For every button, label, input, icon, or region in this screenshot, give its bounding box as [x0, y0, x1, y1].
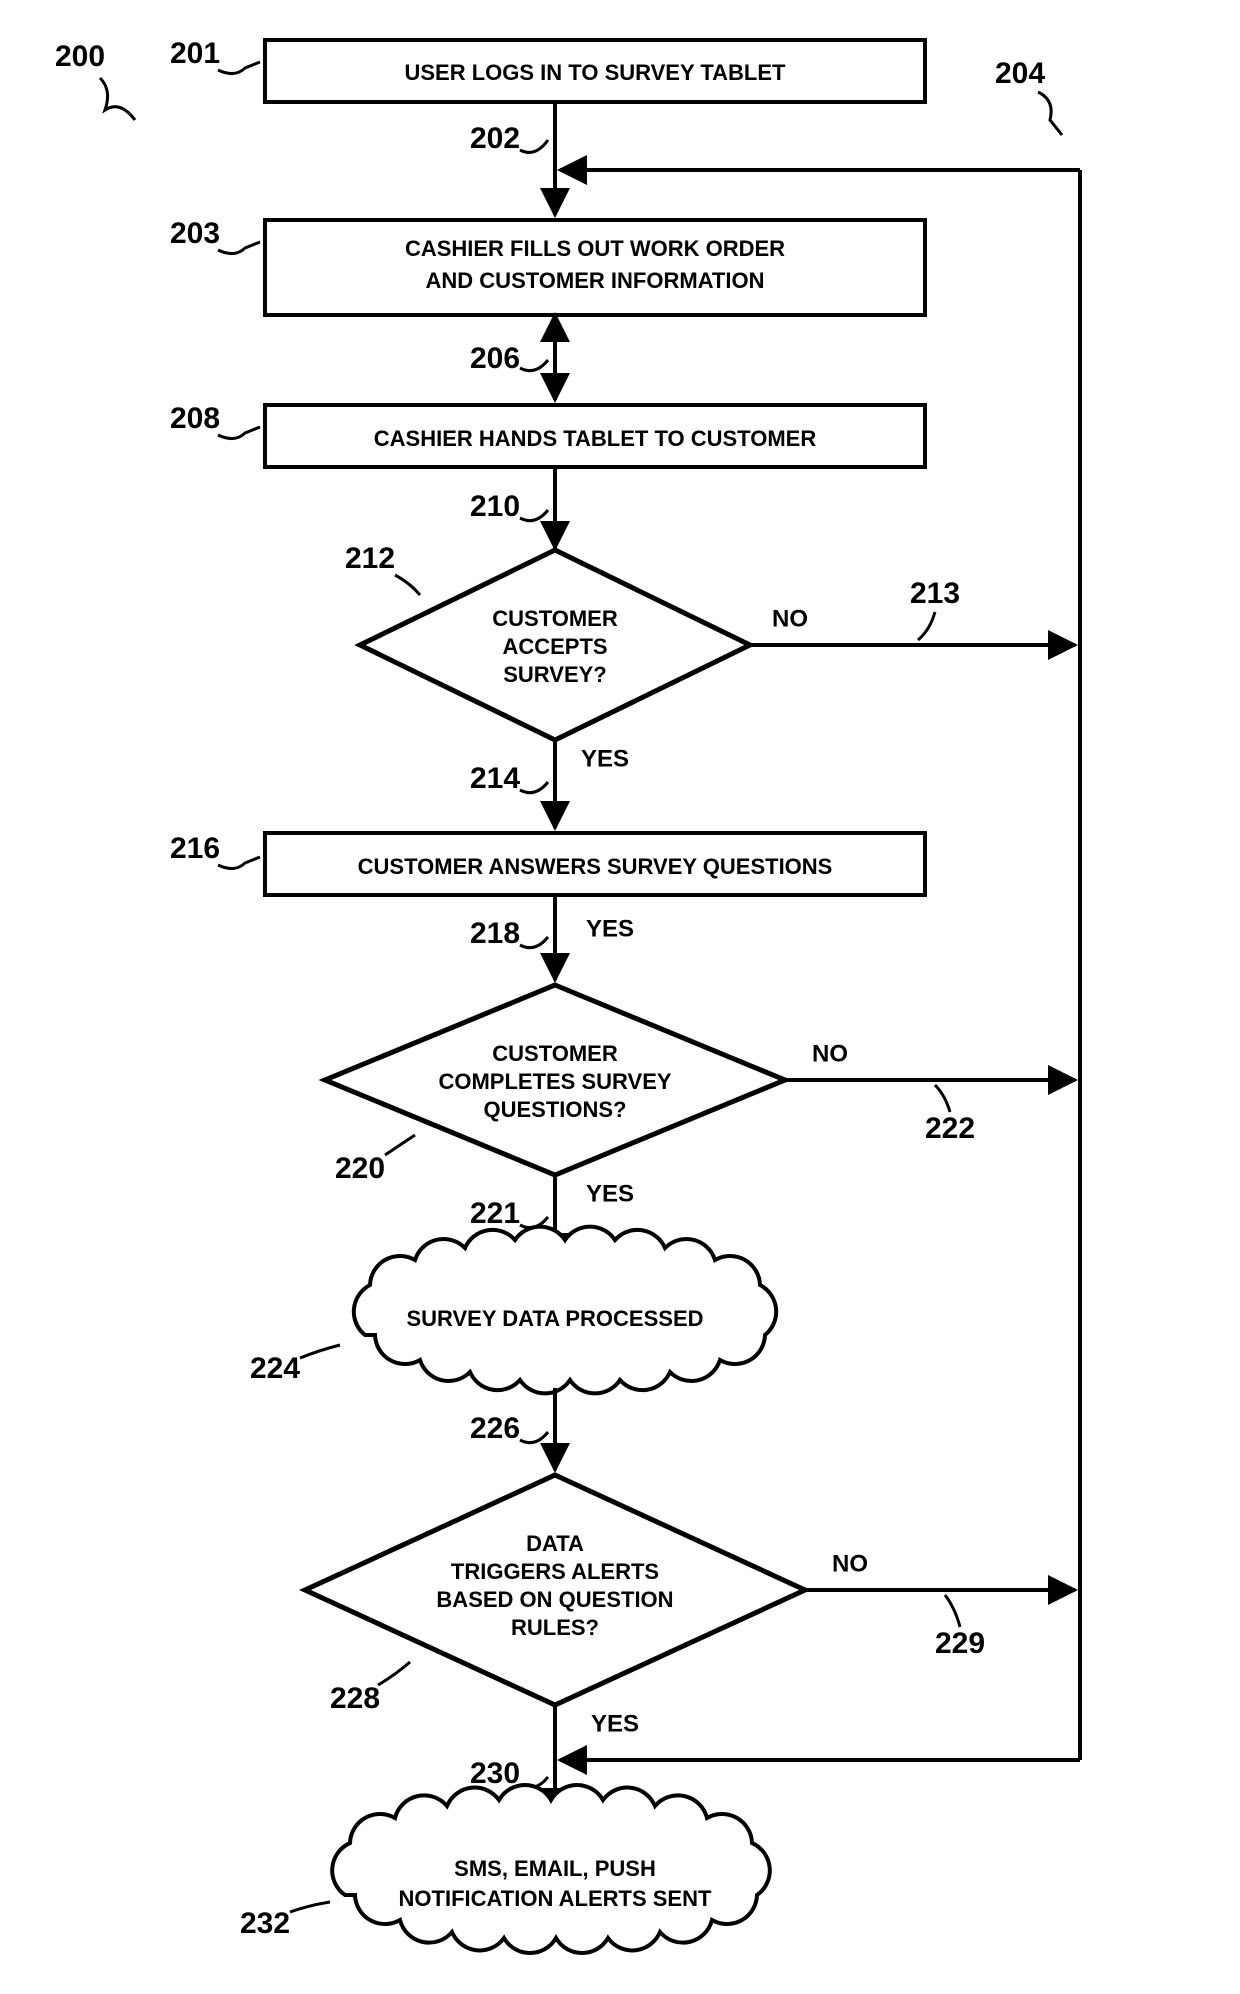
svg-text:203: 203	[170, 217, 220, 250]
svg-text:CUSTOMER: CUSTOMER	[492, 1041, 618, 1066]
edge-213-no: NO 213	[750, 577, 1075, 645]
edge-214-yes: YES 214	[470, 740, 629, 828]
edge-202: 202	[470, 102, 555, 215]
svg-text:SURVEY?: SURVEY?	[503, 662, 607, 687]
ref-212: 212	[345, 542, 420, 595]
svg-text:YES: YES	[586, 915, 634, 942]
svg-text:USER LOGS IN TO SURVEY TABLET: USER LOGS IN TO SURVEY TABLET	[405, 60, 787, 85]
svg-text:SURVEY DATA PROCESSED: SURVEY DATA PROCESSED	[406, 1306, 703, 1331]
edge-222-no: NO 222	[785, 1040, 1075, 1145]
edge-229-no: NO 229	[805, 1550, 1075, 1660]
svg-text:201: 201	[170, 37, 220, 70]
node-208: CASHIER HANDS TABLET TO CUSTOMER	[265, 405, 925, 467]
node-201: USER LOGS IN TO SURVEY TABLET	[265, 40, 925, 102]
svg-text:221: 221	[470, 1197, 520, 1230]
svg-text:BASED ON QUESTION: BASED ON QUESTION	[436, 1587, 673, 1612]
node-203: CASHIER FILLS OUT WORK ORDER AND CUSTOME…	[265, 220, 925, 315]
svg-text:ACCEPTS: ACCEPTS	[502, 634, 607, 659]
node-224-cloud: SURVEY DATA PROCESSED	[354, 1227, 776, 1394]
ref-203: 203	[170, 217, 260, 254]
ref-220: 220	[335, 1135, 415, 1185]
svg-text:CASHIER FILLS OUT WORK ORDER: CASHIER FILLS OUT WORK ORDER	[405, 236, 785, 261]
ref-232: 232	[240, 1902, 330, 1940]
ref-201: 201	[170, 37, 260, 74]
ref-204: 204	[995, 57, 1062, 135]
svg-text:212: 212	[345, 542, 395, 575]
svg-text:CUSTOMER ANSWERS SURVEY QUESTI: CUSTOMER ANSWERS SURVEY QUESTIONS	[358, 854, 833, 879]
svg-text:SMS, EMAIL, PUSH: SMS, EMAIL, PUSH	[454, 1856, 656, 1881]
edge-206: 206	[470, 315, 555, 400]
svg-text:226: 226	[470, 1412, 520, 1445]
svg-text:206: 206	[470, 342, 520, 375]
edge-226: 226	[470, 1388, 555, 1470]
svg-text:NO: NO	[772, 605, 808, 632]
svg-text:216: 216	[170, 832, 220, 865]
ref-224: 224	[250, 1345, 340, 1385]
svg-text:AND CUSTOMER INFORMATION: AND CUSTOMER INFORMATION	[426, 268, 765, 293]
svg-text:220: 220	[335, 1152, 385, 1185]
svg-text:214: 214	[470, 762, 520, 795]
svg-text:232: 232	[240, 1907, 290, 1940]
ref-200: 200	[55, 40, 135, 120]
ref-208: 208	[170, 402, 260, 439]
svg-text:DATA: DATA	[526, 1531, 584, 1556]
svg-text:208: 208	[170, 402, 220, 435]
svg-text:YES: YES	[581, 745, 629, 772]
svg-text:204: 204	[995, 57, 1045, 90]
svg-text:230: 230	[470, 1757, 520, 1790]
svg-text:QUESTIONS?: QUESTIONS?	[483, 1097, 626, 1122]
svg-text:CUSTOMER: CUSTOMER	[492, 606, 618, 631]
svg-text:213: 213	[910, 577, 960, 610]
svg-text:229: 229	[935, 1627, 985, 1660]
svg-text:YES: YES	[591, 1710, 639, 1737]
svg-text:YES: YES	[586, 1180, 634, 1207]
ref-228: 228	[330, 1662, 410, 1715]
svg-text:222: 222	[925, 1112, 975, 1145]
svg-text:RULES?: RULES?	[511, 1615, 599, 1640]
svg-text:228: 228	[330, 1682, 380, 1715]
svg-text:CASHIER HANDS TABLET TO CUSTOM: CASHIER HANDS TABLET TO CUSTOMER	[374, 426, 817, 451]
node-216: CUSTOMER ANSWERS SURVEY QUESTIONS	[265, 833, 925, 895]
svg-text:200: 200	[55, 40, 105, 73]
edge-218-yes: YES 218	[470, 895, 634, 980]
ref-216: 216	[170, 832, 260, 869]
svg-text:202: 202	[470, 122, 520, 155]
svg-text:224: 224	[250, 1352, 300, 1385]
svg-text:NO: NO	[812, 1040, 848, 1067]
svg-text:210: 210	[470, 490, 520, 523]
svg-text:218: 218	[470, 917, 520, 950]
node-228-decision: DATA TRIGGERS ALERTS BASED ON QUESTION R…	[305, 1475, 805, 1705]
svg-text:NOTIFICATION ALERTS SENT: NOTIFICATION ALERTS SENT	[399, 1886, 712, 1911]
node-232-cloud: SMS, EMAIL, PUSH NOTIFICATION ALERTS SEN…	[332, 1785, 770, 1953]
svg-text:TRIGGERS ALERTS: TRIGGERS ALERTS	[451, 1559, 659, 1584]
svg-text:NO: NO	[832, 1550, 868, 1577]
edge-210: 210	[470, 467, 555, 548]
node-212-decision: CUSTOMER ACCEPTS SURVEY?	[360, 550, 750, 740]
node-220-decision: CUSTOMER COMPLETES SURVEY QUESTIONS?	[325, 985, 785, 1175]
svg-text:COMPLETES SURVEY: COMPLETES SURVEY	[438, 1069, 671, 1094]
